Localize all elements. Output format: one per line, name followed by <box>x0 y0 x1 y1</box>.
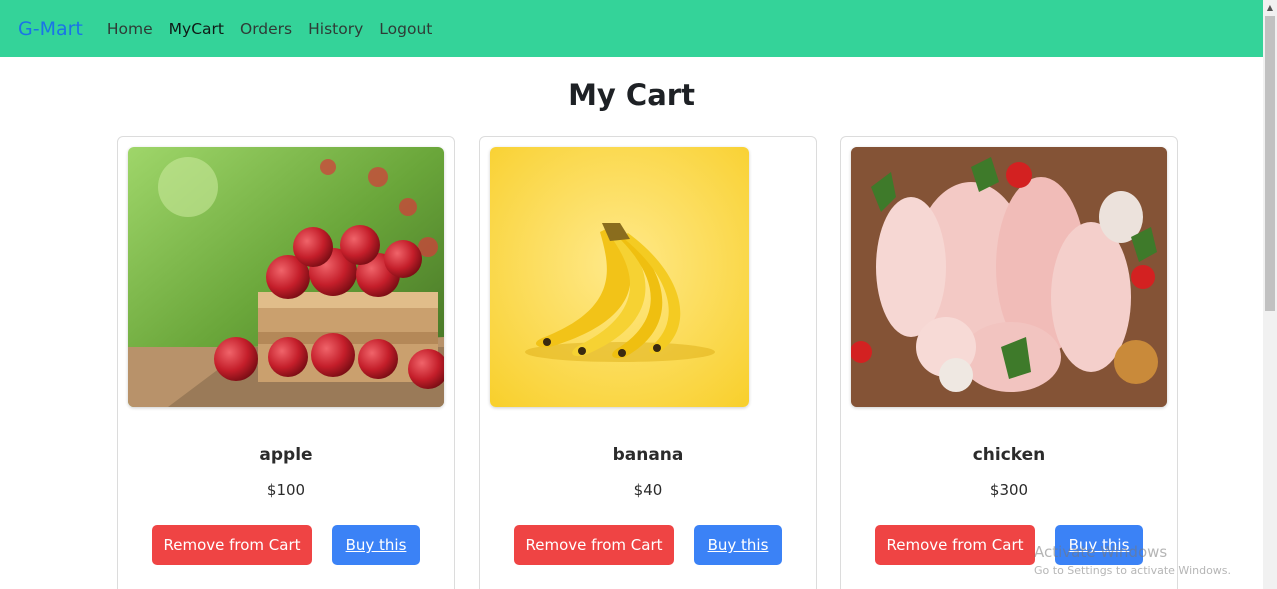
remove-from-cart-button[interactable]: Remove from Cart <box>152 525 312 565</box>
nav-links: Home MyCart Orders History Logout <box>107 20 448 38</box>
nav-link-history[interactable]: History <box>308 20 363 38</box>
cart-item-card: banana $40 Remove from Cart Buy this <box>479 136 817 589</box>
cart-item-card: apple $100 Remove from Cart Buy this <box>117 136 455 589</box>
nav-link-orders[interactable]: Orders <box>240 20 292 38</box>
watermark-subtitle: Go to Settings to activate Windows. <box>1034 564 1232 577</box>
apple-product-image <box>128 147 444 407</box>
page: G-Mart Home MyCart Orders History Logout… <box>0 0 1277 589</box>
chicken-product-image <box>851 147 1167 407</box>
remove-from-cart-button[interactable]: Remove from Cart <box>514 525 674 565</box>
watermark-title: Activate Windows <box>1034 543 1168 561</box>
nav-link-home[interactable]: Home <box>107 20 153 38</box>
product-price: $100 <box>266 481 306 499</box>
activate-windows-watermark: Activate Windows Go to Settings to activ… <box>1034 543 1231 577</box>
scroll-up-arrow-icon[interactable]: ▲ <box>1263 0 1277 14</box>
buy-this-button[interactable]: Buy this <box>694 525 782 565</box>
vertical-scrollbar[interactable]: ▲ <box>1263 0 1277 589</box>
product-name: banana <box>612 445 684 465</box>
scrollbar-thumb[interactable] <box>1265 16 1275 311</box>
buy-this-button[interactable]: Buy this <box>332 525 420 565</box>
remove-from-cart-button[interactable]: Remove from Cart <box>875 525 1035 565</box>
page-title: My Cart <box>568 78 695 112</box>
brand-logo-link[interactable]: G-Mart <box>18 18 83 40</box>
nav-link-mycart[interactable]: MyCart <box>169 20 224 38</box>
product-price: $40 <box>633 481 663 499</box>
nav-link-logout[interactable]: Logout <box>379 20 432 38</box>
product-price: $300 <box>989 481 1029 499</box>
product-name: apple <box>259 445 313 465</box>
banana-product-image <box>490 147 749 407</box>
navbar: G-Mart Home MyCart Orders History Logout <box>0 0 1263 57</box>
product-name: chicken <box>972 445 1046 465</box>
cart-item-card: chicken $300 Remove from Cart Buy this <box>840 136 1178 589</box>
